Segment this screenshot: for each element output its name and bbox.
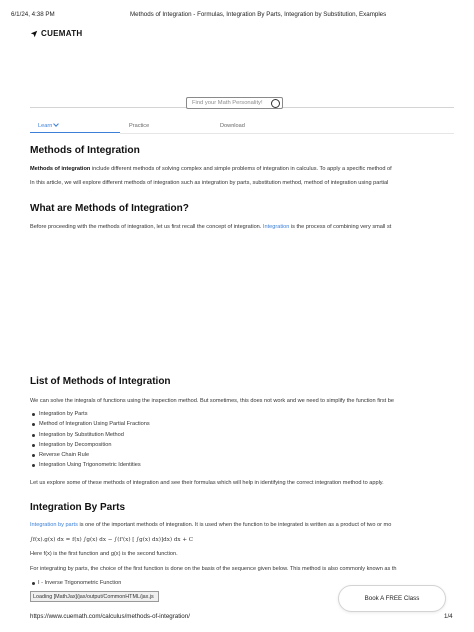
print-header: 6/1/24, 4:38 PM Methods of Integration -…: [0, 11, 474, 23]
intro-text: include different methods of solving com…: [90, 166, 392, 172]
search-input[interactable]: Find your Math Personality!: [186, 97, 283, 109]
parts-paragraph: Integration by parts is one of the impor…: [30, 522, 454, 529]
print-page-title: Methods of Integration - Formulas, Integ…: [130, 11, 387, 18]
list-item: Integration by Decomposition: [30, 440, 454, 450]
intro-paragraph: Methods of integration include different…: [30, 166, 454, 173]
list-after-paragraph: Let us explore some of these methods of …: [30, 480, 384, 486]
brand-name: CUEMATH: [41, 29, 83, 38]
tab-download-label: Download: [220, 123, 245, 129]
list-intro-paragraph: We can solve the integrals of functions …: [30, 398, 394, 404]
list-item: Integration by Parts: [30, 409, 454, 419]
heading-list-of-methods: List of Methods of Integration: [30, 376, 171, 387]
what-text-before: Before proceeding with the methods of in…: [30, 224, 263, 230]
print-datetime: 6/1/24, 4:38 PM: [11, 11, 55, 18]
rocket-icon: [30, 30, 38, 38]
list-item: Reverse Chain Rule: [30, 450, 454, 460]
page-number: 1/4: [444, 613, 453, 620]
list-item: Integration by Substitution Method: [30, 430, 454, 440]
tab-download[interactable]: Download: [220, 123, 245, 129]
intro-paragraph-2: In this article, we will explore differe…: [30, 180, 389, 186]
search-placeholder: Find your Math Personality!: [192, 100, 263, 106]
tab-practice-label: Practice: [129, 123, 150, 129]
what-paragraph: Before proceeding with the methods of in…: [30, 224, 454, 231]
tab-learn[interactable]: Learn: [38, 121, 60, 129]
page-title: Methods of Integration: [30, 145, 140, 156]
parts-text: is one of the important methods of integ…: [77, 522, 392, 528]
integration-link[interactable]: Integration: [263, 224, 289, 230]
mathjax-loading-status: Loading [MathJax]/jax/output/CommonHTML/…: [30, 591, 159, 602]
heading-what-are-methods: What are Methods of Integration?: [30, 203, 189, 214]
intro-bold: Methods of integration: [30, 166, 91, 172]
tab-learn-label: Learn: [38, 123, 53, 129]
active-tab-indicator: [30, 132, 120, 133]
heading-integration-by-parts: Integration By Parts: [30, 502, 126, 513]
what-text-after: is the process of combining very small s…: [289, 224, 392, 230]
list-item: I - Inverse Trigonometric Function: [31, 580, 122, 586]
tab-practice[interactable]: Practice: [129, 123, 149, 129]
parts-formula: ∫f(x).g(x) dx = f(x) ∫g(x) dx − ∫(f'(x) …: [30, 537, 194, 543]
list-item: Integration Using Trigonometric Identiti…: [30, 460, 454, 470]
print-footer: https://www.cuemath.com/calculus/methods…: [0, 613, 474, 625]
integration-by-parts-link[interactable]: Integration by parts: [30, 522, 78, 528]
book-free-class-button[interactable]: Book A FREE Class: [338, 585, 446, 612]
chevron-down-icon: [53, 121, 60, 127]
list-item: Method of Integration Using Partial Frac…: [30, 419, 454, 429]
parts-paragraph-2: Here f(x) is the first function and g(x)…: [30, 551, 178, 557]
print-url: https://www.cuemath.com/calculus/methods…: [30, 613, 190, 620]
circle-icon[interactable]: [271, 99, 280, 108]
methods-list: Integration by Parts Method of Integrati…: [30, 409, 454, 471]
parts-paragraph-3: For integrating by parts, the choice of …: [30, 566, 397, 572]
tabs-divider: [120, 133, 454, 134]
brand-logo[interactable]: CUEMATH: [30, 29, 83, 38]
